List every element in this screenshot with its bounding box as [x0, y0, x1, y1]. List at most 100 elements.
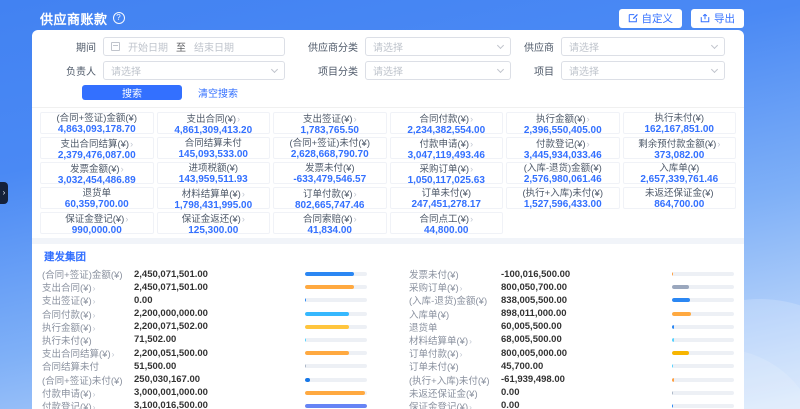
stat-card[interactable]: 支出合同(¥)›4,861,309,413.20	[157, 112, 271, 134]
stat-card-label: (合同+签证)金额(¥)	[41, 114, 153, 124]
row-bar	[305, 312, 367, 316]
customize-button[interactable]: 自定义	[619, 9, 683, 28]
chevron-right-icon: ›	[93, 283, 96, 293]
row-label[interactable]: 保证金登记(¥)›	[409, 399, 495, 409]
stat-card[interactable]: 发票金额(¥)›3,032,454,486.89	[40, 162, 154, 184]
row-bar	[305, 391, 367, 395]
row-value: 0.00	[499, 400, 668, 409]
stat-card: 退货单60,359,700.00	[40, 187, 154, 209]
row-bar	[672, 404, 734, 408]
chevron-right-icon: ›	[93, 389, 96, 399]
end-date-placeholder: 结束日期	[194, 39, 234, 54]
row-value: -61,939,498.00	[499, 374, 668, 385]
header-actions: 自定义 导出	[619, 9, 745, 28]
supplier-category-select[interactable]: 请选择	[365, 37, 511, 56]
chevron-down-icon	[271, 65, 278, 72]
stat-card-value: 373,082.00	[624, 150, 736, 161]
owner-label: 负责人	[46, 63, 96, 78]
row-bar	[305, 404, 367, 408]
collapsed-drawer-handle[interactable]: ›	[0, 182, 8, 204]
stat-card-value: 1,783,765.50	[274, 125, 386, 136]
row-label[interactable]: 订单付款(¥)›	[409, 346, 495, 360]
row-label: 合同结算未付	[42, 359, 128, 373]
stat-card[interactable]: 合同付款(¥)›2,234,382,554.00	[390, 112, 504, 134]
stat-card-value: 3,047,119,493.46	[391, 150, 503, 161]
stat-card-label: 合同结算未付	[158, 139, 270, 149]
row-label[interactable]: 付款登记(¥)›	[42, 399, 128, 409]
stat-card[interactable]: 合同点工(¥)›44,800.00	[390, 212, 504, 234]
row-label[interactable]: 执行金额(¥)›	[42, 320, 128, 334]
chevron-right-icon: ›	[470, 114, 473, 124]
row-label[interactable]: 支出合同结算(¥)›	[42, 346, 128, 360]
list-row: (合同+签证)金额(¥)2,450,071,501.00	[42, 267, 367, 280]
metric-lists: (合同+签证)金额(¥)2,450,071,501.00支出合同(¥)› 2,45…	[42, 267, 734, 409]
row-value: 3,000,001,000.00	[132, 387, 301, 398]
row-value: 838,005,500.00	[499, 295, 668, 306]
search-button[interactable]: 搜索	[82, 85, 182, 100]
row-value: 3,100,016,500.00	[132, 400, 301, 409]
stat-card[interactable]: 材料结算单(¥)›1,798,431,995.00	[157, 187, 271, 209]
stat-card[interactable]: 付款申请(¥)›3,047,119,493.46	[390, 137, 504, 159]
row-label[interactable]: 采购订单(¥)›	[409, 280, 495, 294]
row-label[interactable]: 合同付款(¥)›	[42, 307, 128, 321]
stat-card-value: 1,798,431,995.00	[158, 200, 270, 211]
stat-card-value: 143,959,511.93	[158, 174, 270, 185]
row-label[interactable]: 支出合同(¥)›	[42, 280, 128, 294]
row-value: 60,005,500.00	[499, 321, 668, 332]
stat-card-label: (入库-退货)金额(¥)	[507, 164, 619, 174]
supplier-select[interactable]: 请选择	[561, 37, 725, 56]
customize-label: 自定义	[642, 11, 674, 26]
stat-card[interactable]: 订单付款(¥)›802,665,747.46	[273, 187, 387, 209]
owner-select[interactable]: 请选择	[103, 61, 285, 80]
row-bar	[672, 325, 734, 329]
row-bar-fill	[672, 351, 689, 355]
stat-card[interactable]: 保证金登记(¥)›990,000.00	[40, 212, 154, 234]
row-value: 68,005,500.00	[499, 334, 668, 345]
row-label[interactable]: 材料结算单(¥)›	[409, 333, 495, 347]
calendar-icon	[111, 42, 120, 51]
stat-card: 发票未付(¥)-633,479,546.57	[273, 162, 387, 184]
stat-card-value: 125,300.00	[158, 225, 270, 236]
row-label: (执行+入库)未付(¥)	[409, 373, 495, 387]
row-label[interactable]: 付款申请(¥)›	[42, 386, 128, 400]
stat-card-grid: (合同+签证)金额(¥)4,863,093,178.70支出合同(¥)›4,86…	[32, 108, 744, 238]
clear-search-link[interactable]: 清空搜索	[198, 85, 238, 100]
export-button[interactable]: 导出	[691, 9, 744, 28]
chevron-right-icon: ›	[587, 114, 590, 124]
project-category-select[interactable]: 请选择	[365, 61, 511, 80]
project-select[interactable]: 请选择	[561, 61, 725, 80]
row-bar-fill	[305, 364, 306, 368]
row-label[interactable]: 支出签证(¥)›	[42, 293, 128, 307]
date-range-input[interactable]: 开始日期 至 结束日期	[103, 37, 285, 56]
list-row: 执行未付(¥)71,502.00	[42, 333, 367, 346]
row-value: 2,450,071,501.00	[132, 269, 301, 280]
stat-card[interactable]: 执行金额(¥)›2,396,550,405.00	[506, 112, 620, 134]
row-bar-fill	[672, 364, 673, 368]
list-row: 支出合同结算(¥)› 2,200,051,500.00	[42, 346, 367, 359]
stat-card[interactable]: 采购订单(¥)›1,050,117,025.63	[390, 162, 504, 184]
row-label: 退货单	[409, 320, 495, 334]
chevron-right-icon: ›	[470, 214, 473, 224]
stat-card[interactable]: 合同索赔(¥)›41,834.00	[273, 212, 387, 234]
stat-card[interactable]: 支出合同结算(¥)›2,379,476,087.00	[40, 137, 154, 159]
stat-card-label: 支出合同结算(¥)›	[41, 139, 153, 150]
stat-card[interactable]: 支出签证(¥)›1,783,765.50	[273, 112, 387, 134]
help-icon[interactable]: ?	[113, 12, 125, 24]
stat-card-label: 退货单	[41, 189, 153, 199]
stat-card-label: 剩余预付款金额(¥)›	[624, 139, 736, 150]
select-placeholder: 请选择	[373, 63, 403, 78]
row-value: 2,200,051,500.00	[132, 348, 301, 359]
stat-card[interactable]: 付款登记(¥)›3,445,934,033.46	[506, 137, 620, 159]
stat-card[interactable]: 保证金返还(¥)›125,300.00	[157, 212, 271, 234]
metric-list-right: 发票未付(¥)-100,016,500.00采购订单(¥)›800,050,70…	[409, 267, 734, 409]
stat-card[interactable]: 剩余预付款金额(¥)›373,082.00	[623, 137, 737, 159]
chevron-right-icon: ›	[470, 164, 473, 174]
row-bar-fill	[672, 272, 673, 276]
group-name-link[interactable]: 建发集团	[44, 249, 734, 264]
stat-card-value: 247,451,278.17	[391, 199, 503, 210]
chevron-right-icon: ›	[112, 349, 115, 359]
stat-card-value: 802,665,747.46	[274, 200, 386, 211]
stat-card-value: 2,379,476,087.00	[41, 150, 153, 161]
stat-card: 合同结算未付145,093,533.00	[157, 137, 271, 159]
row-bar	[672, 272, 734, 276]
